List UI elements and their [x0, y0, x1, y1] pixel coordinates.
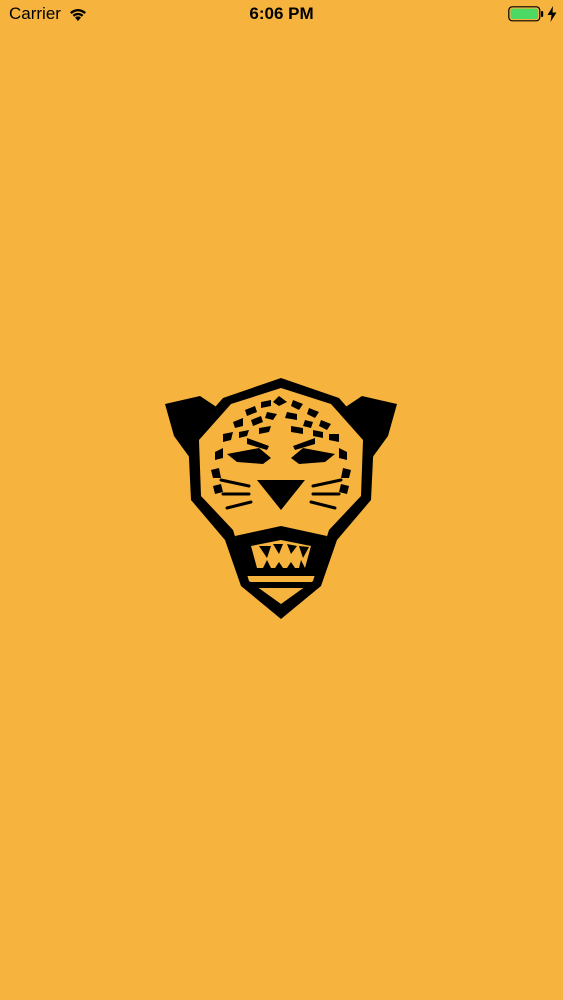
right-eye	[291, 448, 335, 464]
jaguar-head-icon	[163, 376, 399, 627]
left-eye	[227, 448, 271, 464]
mouth	[235, 526, 327, 576]
teeth	[259, 544, 309, 568]
lightning-bolt-icon	[547, 6, 557, 27]
status-bar: Carrier 6:06 PM	[0, 0, 563, 30]
battery-icon	[508, 6, 544, 27]
nose	[257, 480, 305, 510]
status-time: 6:06 PM	[249, 4, 314, 23]
splash-screen: Carrier 6:06 PM	[0, 0, 563, 1000]
